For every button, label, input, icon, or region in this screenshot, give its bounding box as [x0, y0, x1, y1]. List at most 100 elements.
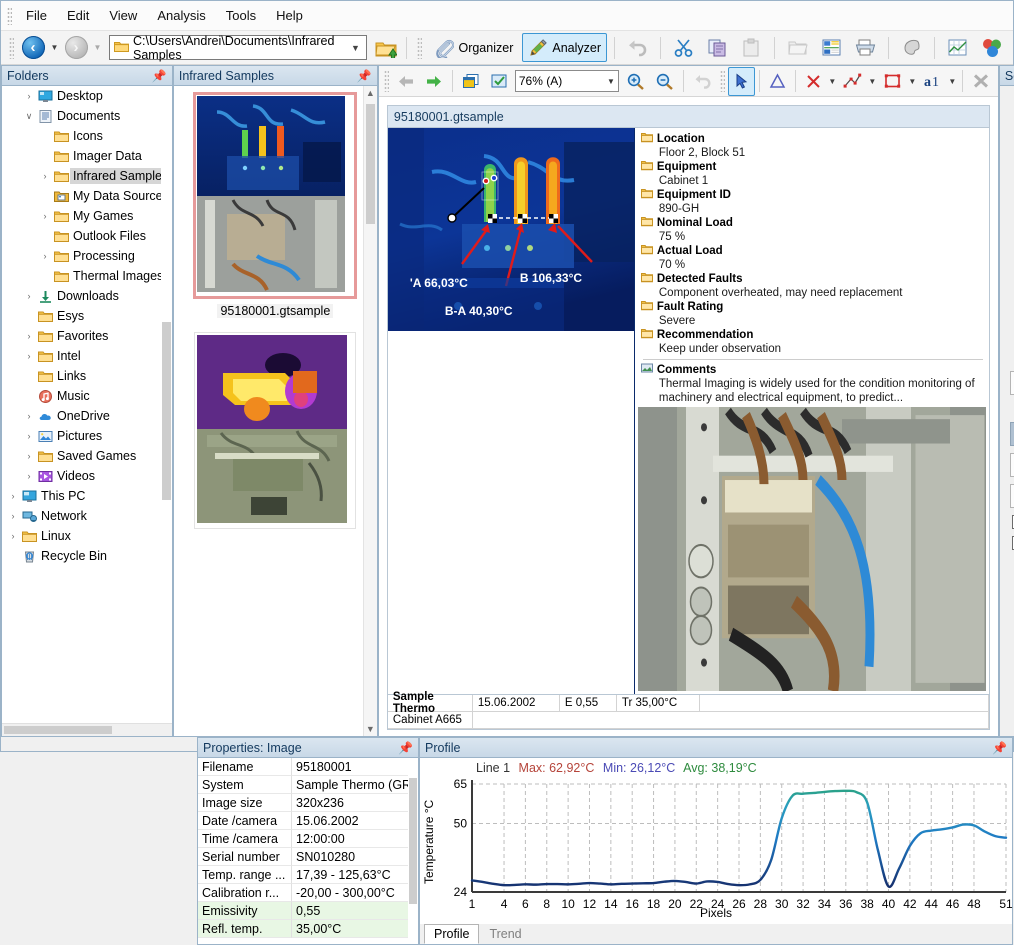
range-preset-button[interactable]: Preset — [1010, 422, 1014, 446]
report-button[interactable] — [816, 33, 847, 62]
properties-scrollbar[interactable] — [408, 758, 418, 944]
folder-tree-item-favorites[interactable]: ›Favorites — [2, 326, 172, 346]
scroll-up-icon[interactable]: ▲ — [366, 86, 375, 100]
properties-value[interactable]: SN010280 — [292, 848, 418, 866]
folder-tree-item-network[interactable]: ›Network — [2, 506, 172, 526]
menu-help[interactable]: Help — [266, 4, 313, 27]
previous-image-button[interactable] — [392, 67, 420, 96]
properties-value[interactable]: 320x236 — [292, 794, 418, 812]
tile-windows-button[interactable] — [457, 67, 485, 96]
folder-tree-scrollbar[interactable] — [161, 86, 172, 723]
folder-tree-item-links[interactable]: Links — [2, 366, 172, 386]
paste-button[interactable] — [736, 33, 767, 62]
pin-icon[interactable]: 📌 — [398, 741, 413, 755]
folder-tree-item-linux[interactable]: ›Linux — [2, 526, 172, 546]
properties-value[interactable]: 17,39 - 125,63°C — [292, 866, 418, 884]
checked-toggle-button[interactable] — [485, 67, 513, 96]
copy-button[interactable] — [702, 33, 733, 62]
folder-tree-item-thermal-images[interactable]: Thermal Images — [2, 266, 172, 286]
delta-tool-button[interactable] — [764, 67, 791, 96]
palette-button[interactable] — [896, 33, 927, 62]
properties-value[interactable]: Sample Thermo (GR... — [292, 776, 418, 794]
properties-value[interactable]: 95180001 — [292, 758, 418, 776]
menu-tools[interactable]: Tools — [216, 4, 266, 27]
text-tool-button[interactable]: a 1 — [918, 67, 947, 96]
pin-icon[interactable]: 📌 — [992, 741, 1007, 755]
folder-tree-item-icons[interactable]: Icons — [2, 126, 172, 146]
folder-tree-scroll-thumb[interactable] — [162, 322, 171, 500]
folder-tree-item-saved-games[interactable]: ›Saved Games — [2, 446, 172, 466]
forward-history-caret[interactable]: ▼ — [92, 43, 103, 52]
folder-tree-item-recycle-bin[interactable]: Recycle Bin — [2, 546, 172, 566]
thumbnail-item-selected[interactable] — [193, 92, 357, 299]
properties-table[interactable]: Filename95180001SystemSample Thermo (GR.… — [198, 758, 418, 944]
spot-tool-caret[interactable]: ▼ — [827, 77, 838, 86]
expander-icon[interactable]: › — [22, 91, 36, 101]
chart-button[interactable] — [942, 33, 973, 62]
analyzer-canvas[interactable]: 95180001.gtsample — [379, 97, 998, 736]
spot-tool-button[interactable] — [800, 67, 827, 96]
expander-icon[interactable]: › — [22, 431, 36, 441]
properties-value[interactable]: 35,00°C — [292, 920, 418, 938]
range-custom-button[interactable]: Custom ... — [1010, 484, 1014, 508]
balls-button[interactable] — [976, 33, 1008, 62]
properties-value[interactable]: 0,55 — [292, 902, 418, 920]
analyzer-button[interactable]: Analyzer — [522, 33, 607, 62]
pin-icon[interactable]: 📌 — [152, 69, 167, 83]
expander-icon[interactable]: › — [22, 291, 36, 301]
folder-tree-item-desktop[interactable]: ›Desktop — [2, 86, 172, 106]
properties-row[interactable]: Image size320x236 — [198, 794, 418, 812]
same-range-row[interactable]: Same Range — [1000, 536, 1014, 550]
pin-icon[interactable]: 📌 — [357, 69, 372, 83]
scroll-down-icon[interactable]: ▼ — [366, 722, 375, 736]
folder-tree-item-downloads[interactable]: ›Downloads — [2, 286, 172, 306]
folder-tree-item-imager-data[interactable]: Imager Data — [2, 146, 172, 166]
folder-tree-item-esys[interactable]: Esys — [2, 306, 172, 326]
zoom-out-button[interactable] — [650, 67, 679, 96]
analyzer-undo-button[interactable] — [688, 67, 717, 96]
text-tool-caret[interactable]: ▼ — [947, 77, 958, 86]
folder-tree-item-onedrive[interactable]: ›OneDrive — [2, 406, 172, 426]
folder-tree-item-my-data-sources[interactable]: My Data Sources — [2, 186, 172, 206]
same-palette-row[interactable]: Same Palette — [1000, 515, 1014, 529]
line-tool-caret[interactable]: ▼ — [867, 77, 878, 86]
print-button[interactable] — [850, 33, 881, 62]
expander-icon[interactable]: › — [38, 171, 52, 181]
rect-tool-caret[interactable]: ▼ — [907, 77, 918, 86]
expander-icon[interactable]: › — [38, 251, 52, 261]
properties-row[interactable]: Temp. range ...17,39 - 125,63°C — [198, 866, 418, 884]
menu-file[interactable]: File — [16, 4, 57, 27]
folder-tree-item-pictures[interactable]: ›Pictures — [2, 426, 172, 446]
folder-tree-item-processing[interactable]: ›Processing — [2, 246, 172, 266]
next-image-button[interactable] — [420, 67, 448, 96]
palette-dialog-button[interactable]: Palette ... — [1010, 371, 1014, 395]
properties-row[interactable]: Date /camera15.06.2002 — [198, 812, 418, 830]
folder-tree-hscroll-thumb[interactable] — [4, 726, 112, 734]
expander-icon[interactable]: › — [6, 511, 20, 521]
properties-row[interactable]: SystemSample Thermo (GR... — [198, 776, 418, 794]
properties-scroll-thumb[interactable] — [409, 778, 417, 904]
menu-analysis[interactable]: Analysis — [147, 4, 215, 27]
properties-row[interactable]: Emissivity0,55 — [198, 902, 418, 920]
undo-button[interactable] — [622, 33, 653, 62]
select-tool-button[interactable] — [728, 67, 755, 96]
thumbnails-scroll-thumb[interactable] — [366, 104, 375, 224]
zoom-select[interactable]: 76% (A) ▼ — [515, 70, 619, 92]
folder-tree-item-my-games[interactable]: ›My Games — [2, 206, 172, 226]
folder-tree-item-intel[interactable]: ›Intel — [2, 346, 172, 366]
expander-icon[interactable]: › — [38, 211, 52, 221]
expander-icon[interactable]: › — [22, 451, 36, 461]
infrared-image[interactable]: 'A 66,03°C B-A 40,30°C B 106,33°C — [388, 128, 634, 331]
visual-photo[interactable] — [638, 407, 986, 691]
folder-tree[interactable]: ›Desktop∨DocumentsIconsImager Data›Infra… — [2, 86, 172, 723]
thumbnails-list[interactable]: 95180001.gtsample — [174, 86, 377, 736]
properties-value[interactable]: 12:00:00 — [292, 830, 418, 848]
expander-icon[interactable]: ∨ — [22, 111, 36, 122]
folder-tree-hscrollbar[interactable] — [2, 723, 172, 736]
properties-row[interactable]: Time /camera12:00:00 — [198, 830, 418, 848]
back-history-caret[interactable]: ▼ — [49, 43, 60, 52]
properties-value[interactable]: 15.06.2002 — [292, 812, 418, 830]
folder-tree-item-this-pc[interactable]: ›This PC — [2, 486, 172, 506]
clear-objects-button[interactable] — [967, 67, 996, 96]
back-button[interactable]: ‹ — [20, 35, 46, 61]
